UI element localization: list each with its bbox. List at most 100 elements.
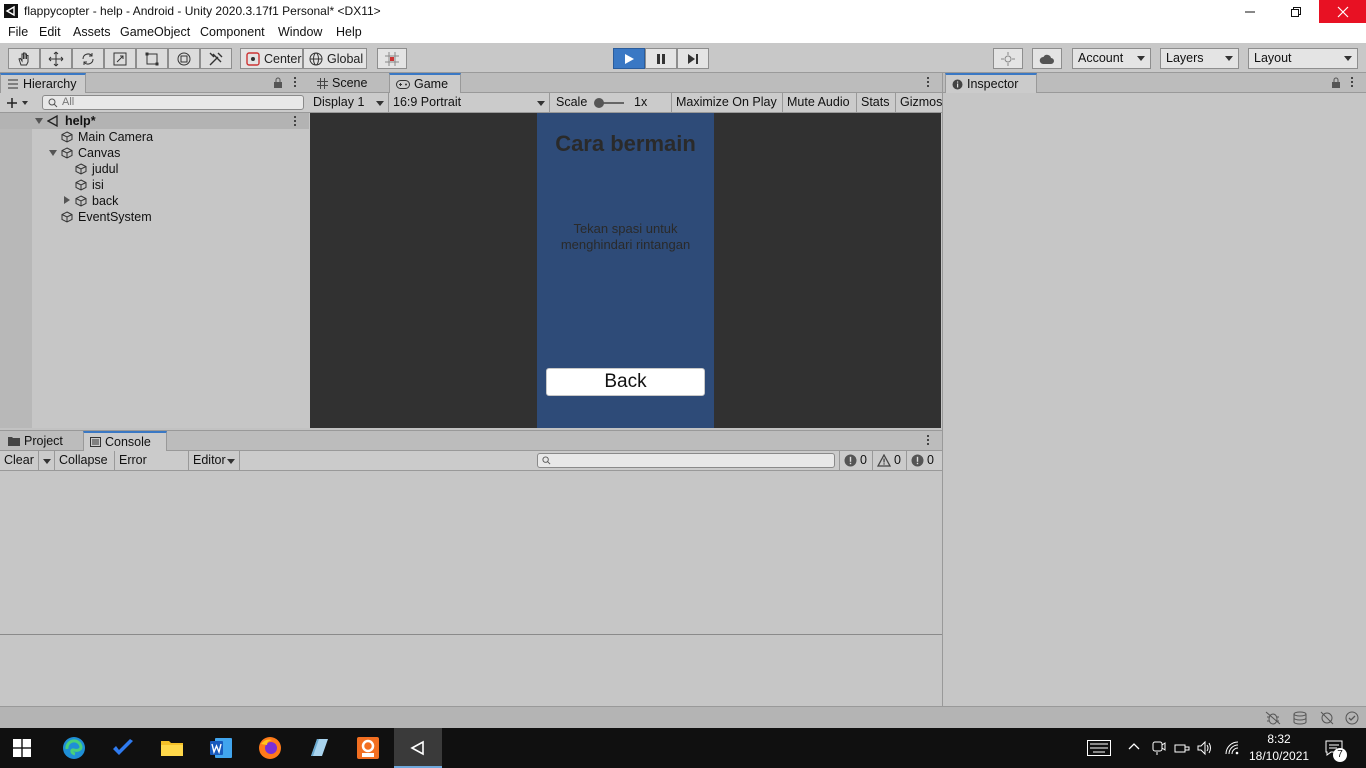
scale-tool-icon[interactable]	[104, 48, 136, 69]
hierarchy-item-main-camera[interactable]: Main Camera	[0, 129, 309, 145]
todo-app-icon[interactable]	[111, 736, 135, 760]
info-filter-toggle[interactable]: 0	[907, 451, 941, 470]
editor-app-icon[interactable]	[307, 736, 331, 760]
game-viewport[interactable]: Cara bermain Tekan spasi untuk menghinda…	[310, 113, 941, 428]
chevron-up-icon[interactable]	[1128, 742, 1140, 750]
pdf-app-icon[interactable]	[356, 736, 380, 760]
hierarchy-item-isi[interactable]: isi	[0, 177, 309, 193]
mute-label: Mute Audio	[787, 95, 850, 109]
step-button[interactable]	[677, 48, 709, 69]
game-menu-icon[interactable]	[927, 77, 930, 89]
transform-tool-icon[interactable]	[168, 48, 200, 69]
menu-gameobject[interactable]: GameObject	[120, 25, 190, 39]
auto-generate-lighting-icon[interactable]	[1319, 711, 1335, 725]
scale-control[interactable]: Scale 1x	[552, 93, 672, 112]
clear-button[interactable]: Clear	[0, 451, 39, 470]
progress-check-icon[interactable]	[1345, 711, 1359, 725]
hierarchy-item-judul[interactable]: judul	[0, 161, 309, 177]
lock-icon[interactable]	[1331, 77, 1341, 88]
expand-arrow-icon[interactable]	[64, 196, 70, 204]
hierarchy-search-input[interactable]: All	[42, 95, 304, 110]
meet-now-icon[interactable]	[1152, 740, 1166, 756]
menu-help[interactable]: Help	[336, 25, 362, 39]
word-app-icon[interactable]	[209, 736, 233, 760]
console-search-input[interactable]	[537, 453, 835, 468]
gizmos-toggle[interactable]: Gizmos	[896, 93, 942, 112]
firefox-icon[interactable]	[258, 736, 282, 760]
unity-taskbar-button[interactable]	[394, 728, 442, 768]
cloud-icon[interactable]	[1032, 48, 1062, 69]
error-pause-toggle[interactable]: Error Pause	[115, 451, 189, 486]
add-icon[interactable]	[6, 97, 18, 109]
console-menu-icon[interactable]	[927, 435, 930, 447]
clock-time[interactable]: 8:32	[1249, 732, 1309, 746]
console-detail-area[interactable]	[0, 636, 942, 707]
hierarchy-menu-icon[interactable]	[294, 77, 297, 89]
stats-toggle[interactable]: Stats	[857, 93, 896, 112]
cache-server-icon[interactable]	[1292, 711, 1308, 725]
scene-menu-icon[interactable]	[294, 116, 297, 128]
expand-arrow-icon[interactable]	[35, 118, 43, 124]
clear-options-dropdown[interactable]	[39, 451, 55, 470]
tab-game[interactable]: Game	[389, 73, 461, 93]
menu-component[interactable]: Component	[200, 25, 265, 39]
collab-icon[interactable]	[993, 48, 1023, 69]
menu-file[interactable]: File	[8, 25, 28, 39]
scene-row[interactable]: help*	[0, 113, 309, 129]
maximize-on-play-toggle[interactable]: Maximize On Play	[672, 93, 783, 112]
chevron-down-icon[interactable]	[22, 101, 28, 105]
aspect-dropdown[interactable]: 16:9 Portrait	[389, 93, 550, 112]
editor-dropdown[interactable]: Editor	[189, 451, 240, 470]
collapse-toggle[interactable]: Collapse	[55, 451, 115, 470]
display-dropdown[interactable]: Display 1	[309, 93, 389, 112]
layout-dropdown[interactable]: Layout	[1248, 48, 1358, 69]
tab-project[interactable]: Project	[2, 431, 71, 451]
layers-dropdown[interactable]: Layers	[1160, 48, 1239, 69]
windows-start-icon[interactable]	[13, 739, 31, 757]
pause-button[interactable]	[645, 48, 677, 69]
pivot-center-button[interactable]: Center	[240, 48, 303, 69]
scale-slider-handle[interactable]	[594, 98, 604, 108]
grid-snap-icon[interactable]	[377, 48, 407, 69]
close-button[interactable]	[1319, 0, 1366, 23]
hierarchy-item-back[interactable]: back	[0, 193, 309, 209]
tab-inspector[interactable]: Inspector	[945, 73, 1037, 93]
custom-tool-icon[interactable]	[200, 48, 232, 69]
menu-assets[interactable]: Assets	[73, 25, 111, 39]
edge-browser-icon[interactable]	[62, 736, 86, 760]
expand-arrow-icon[interactable]	[49, 150, 57, 156]
warning-filter-toggle[interactable]: 0	[873, 451, 907, 470]
restore-button[interactable]	[1273, 0, 1319, 23]
game-back-button[interactable]: Back	[546, 368, 705, 396]
lock-icon[interactable]	[273, 77, 283, 88]
display-label: Display 1	[313, 95, 365, 109]
bug-icon[interactable]	[1265, 711, 1281, 725]
volume-icon[interactable]	[1197, 740, 1213, 756]
hand-tool-icon[interactable]	[8, 48, 40, 69]
mute-audio-toggle[interactable]: Mute Audio	[783, 93, 857, 112]
move-tool-icon[interactable]	[40, 48, 72, 69]
keyboard-icon[interactable]	[1087, 740, 1111, 756]
console-panel: Project Console Clear Collapse Error Pau…	[0, 430, 942, 707]
file-explorer-icon[interactable]	[160, 736, 184, 760]
hierarchy-item-canvas[interactable]: Canvas	[0, 145, 309, 161]
rotate-tool-icon[interactable]	[72, 48, 104, 69]
minimize-button[interactable]	[1227, 0, 1273, 23]
menu-edit[interactable]: Edit	[39, 25, 61, 39]
wifi-icon[interactable]	[1224, 740, 1240, 756]
account-dropdown[interactable]: Account	[1072, 48, 1151, 69]
hierarchy-item-eventsystem[interactable]: EventSystem	[0, 209, 309, 225]
network-icon[interactable]	[1174, 741, 1190, 755]
tab-hierarchy[interactable]: Hierarchy	[0, 73, 86, 93]
space-global-button[interactable]: Global	[303, 48, 367, 69]
console-toolbar: Clear Collapse Error Pause Editor 0 0 0	[0, 451, 942, 486]
play-button[interactable]	[613, 48, 645, 69]
console-log-list[interactable]	[0, 471, 942, 635]
inspector-menu-icon[interactable]	[1351, 77, 1354, 89]
rect-tool-icon[interactable]	[136, 48, 168, 69]
menu-window[interactable]: Window	[278, 25, 322, 39]
tab-console[interactable]: Console	[83, 431, 167, 451]
clock-date[interactable]: 18/10/2021	[1249, 749, 1309, 763]
error-filter-toggle[interactable]: 0	[839, 451, 873, 470]
tab-scene[interactable]: Scene	[311, 73, 375, 93]
